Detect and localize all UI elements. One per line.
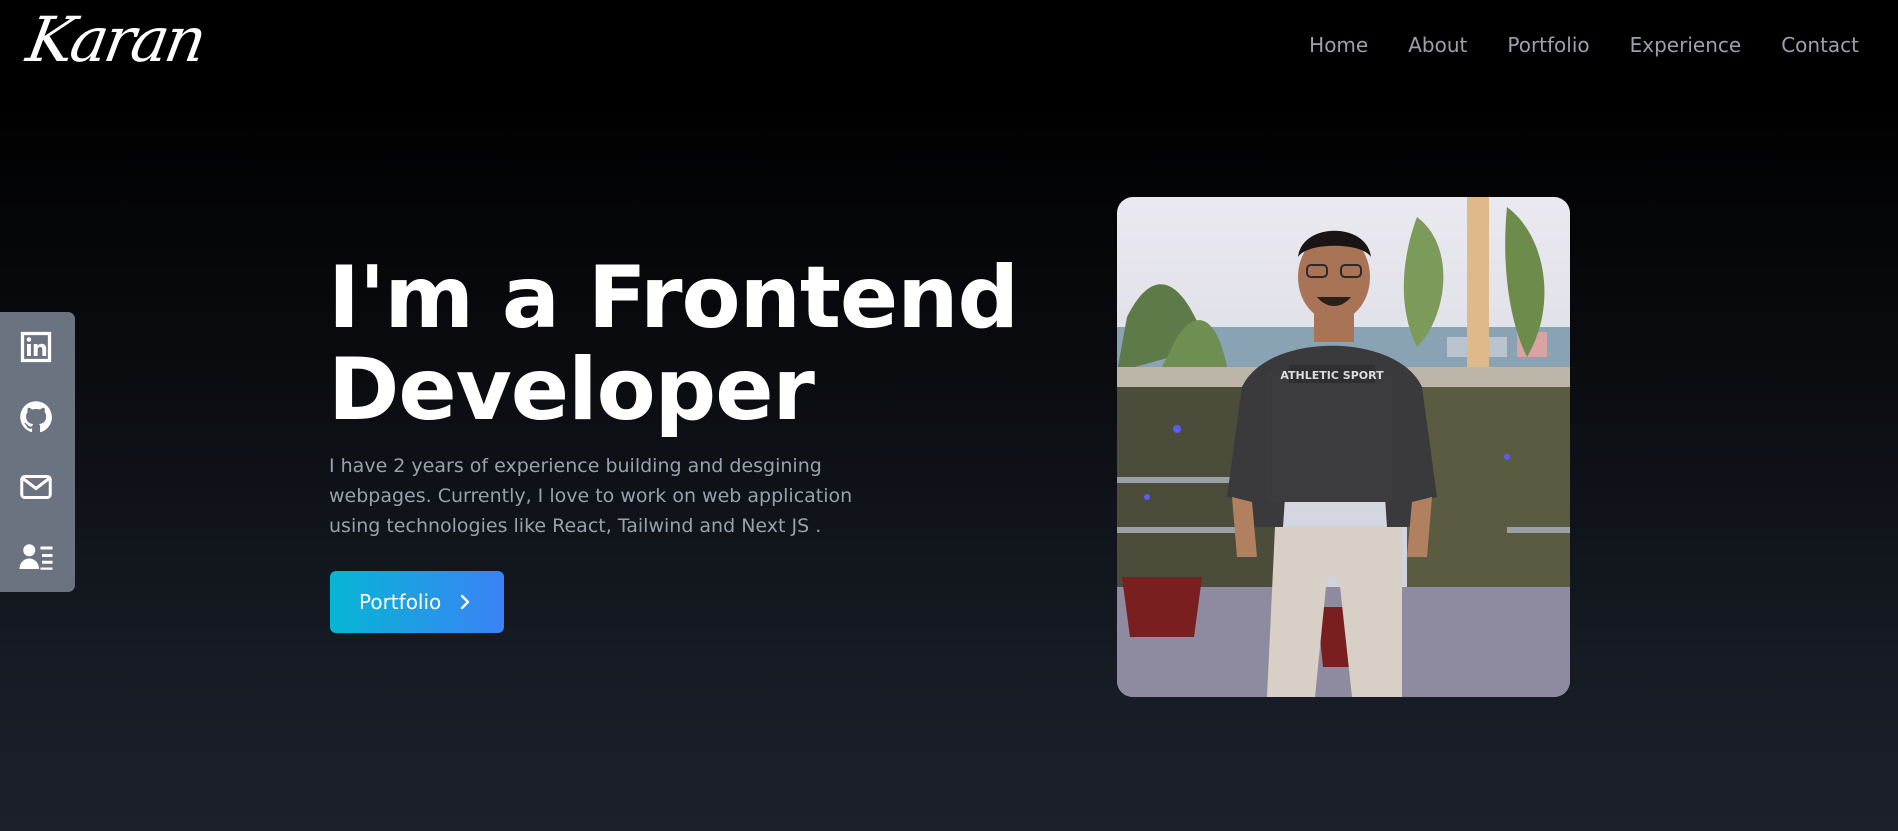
headline-line-2: Developer — [328, 340, 815, 440]
resume-icon — [19, 544, 53, 570]
nav-experience[interactable]: Experience — [1630, 32, 1742, 58]
nav-contact[interactable]: Contact — [1781, 32, 1859, 58]
linkedin-icon — [20, 331, 52, 363]
portfolio-button[interactable]: Portfolio — [330, 571, 504, 633]
social-sidebar — [0, 312, 75, 592]
shirt-text: ATHLETIC SPORT — [1280, 369, 1384, 382]
portfolio-button-label: Portfolio — [359, 590, 442, 614]
linkedin-link[interactable] — [16, 327, 56, 367]
email-link[interactable] — [16, 467, 56, 507]
github-icon — [20, 401, 52, 433]
nav-about[interactable]: About — [1408, 32, 1467, 58]
profile-photo: ATHLETIC SPORT — [1117, 197, 1570, 697]
logo[interactable]: Karan — [22, 3, 210, 76]
main-nav: Home About Portfolio Experience Contact — [1309, 32, 1859, 58]
nav-portfolio[interactable]: Portfolio — [1507, 32, 1589, 58]
github-link[interactable] — [16, 397, 56, 437]
headline-line-1: I'm a Frontend — [328, 248, 1019, 348]
hero-description: I have 2 years of experience building an… — [329, 455, 853, 537]
mail-icon — [20, 475, 52, 499]
resume-link[interactable] — [16, 537, 56, 577]
hero-headline: I'm a Frontend Developer — [328, 252, 1048, 436]
nav-home[interactable]: Home — [1309, 32, 1368, 58]
chevron-right-icon — [457, 594, 473, 610]
